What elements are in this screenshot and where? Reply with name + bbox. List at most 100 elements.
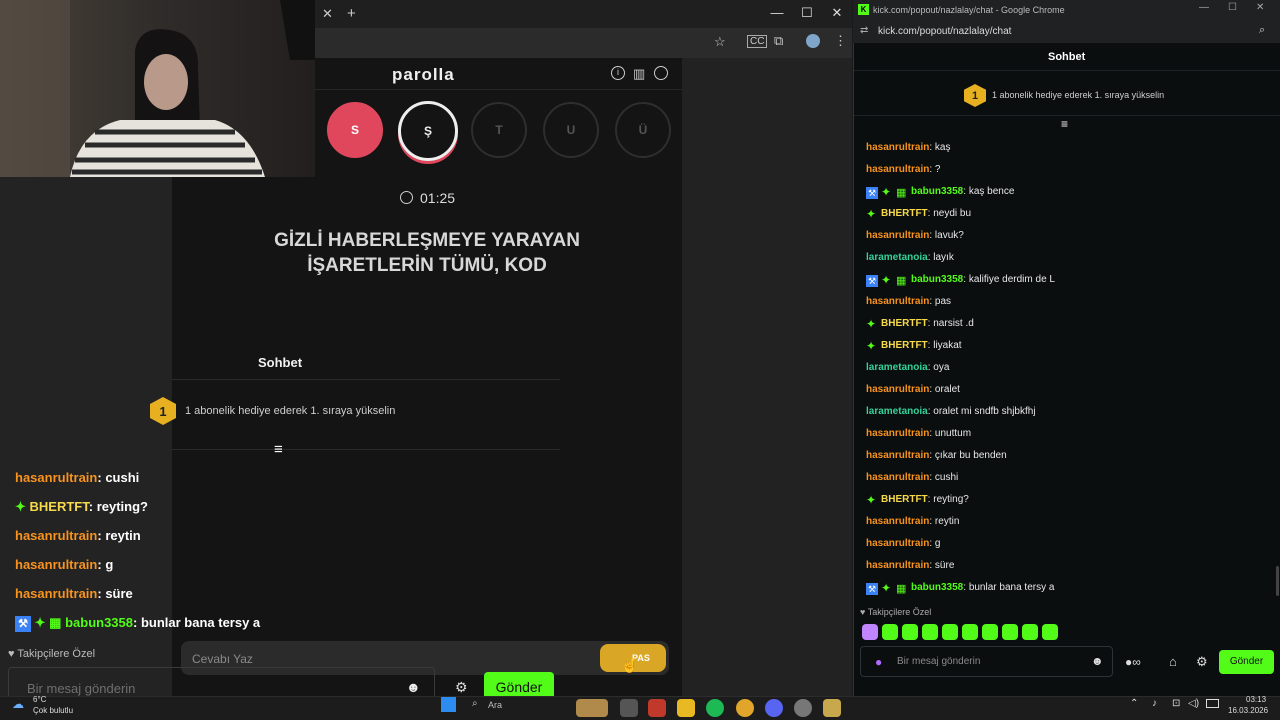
- timer: 01:25: [420, 190, 456, 206]
- chat-username[interactable]: hasanrultrain: [15, 586, 97, 601]
- chat-username[interactable]: hasanrultrain: [15, 528, 97, 543]
- chat-username[interactable]: hasanrultrain: [866, 428, 929, 439]
- maximize-button[interactable]: ☐: [792, 5, 822, 21]
- chat-text: cushi: [105, 470, 140, 485]
- chat-text: oralet: [934, 384, 960, 395]
- emote-icon[interactable]: [922, 624, 938, 640]
- emote-icon[interactable]: [982, 624, 998, 640]
- spotify-icon[interactable]: [706, 699, 724, 717]
- chat-username[interactable]: babun3358: [65, 615, 133, 630]
- profile-icon[interactable]: [654, 66, 668, 80]
- scrollbar-thumb[interactable]: [1276, 566, 1279, 596]
- start-icon[interactable]: [441, 697, 456, 712]
- folder-icon[interactable]: [677, 699, 695, 717]
- tab-close-icon[interactable]: ✕: [322, 6, 333, 22]
- emoji-icon[interactable]: ☻: [1091, 654, 1104, 668]
- new-tab-icon[interactable]: +: [347, 5, 356, 22]
- right-address-bar[interactable]: ⇄ kick.com/popout/nazlalay/chat ⌕: [853, 20, 1280, 43]
- chat-text: oya: [933, 362, 950, 373]
- chat-username[interactable]: hasanrultrain: [866, 560, 929, 571]
- mic-tray-icon[interactable]: ♪: [1152, 698, 1157, 709]
- message-input[interactable]: ● Bir mesaj gönderin ☻: [860, 646, 1113, 677]
- tray-chevron-icon[interactable]: ⌃: [1130, 698, 1138, 709]
- chat-username[interactable]: larametanoia: [866, 252, 928, 263]
- pass-button[interactable]: PAS ☝: [600, 644, 666, 673]
- emote-icon[interactable]: [942, 624, 958, 640]
- chrome-icon[interactable]: [736, 699, 754, 717]
- left-address-bar[interactable]: ☆ CC ⧉ ⋮: [315, 28, 852, 58]
- scroll-down-icon[interactable]: ≡: [1061, 117, 1068, 131]
- chat-username[interactable]: BHERTFT: [30, 499, 89, 514]
- chat-username[interactable]: hasanrultrain: [866, 472, 929, 483]
- minimize-button[interactable]: —: [762, 5, 792, 20]
- emote-icon[interactable]: [902, 624, 918, 640]
- chat-username[interactable]: BHERTFT: [881, 318, 928, 329]
- overlay-chat-message: hasanrultrain: reytin: [15, 528, 141, 543]
- volume-icon[interactable]: ◁): [1188, 698, 1199, 709]
- network-icon[interactable]: ⊡: [1172, 698, 1180, 709]
- app-icon[interactable]: [823, 699, 841, 717]
- chat-username[interactable]: BHERTFT: [881, 208, 928, 219]
- chat-username[interactable]: BHERTFT: [881, 340, 928, 351]
- heart-icon: ♥: [860, 607, 866, 617]
- scroll-down-icon[interactable]: ≡: [274, 441, 283, 458]
- weather-icon[interactable]: ☁: [12, 697, 24, 711]
- bookmark-star-icon[interactable]: ☆: [714, 34, 726, 50]
- chat-username[interactable]: larametanoia: [866, 362, 928, 373]
- chat-username[interactable]: hasanrultrain: [866, 384, 929, 395]
- chat-username[interactable]: hasanrultrain: [866, 230, 929, 241]
- zoom-icon[interactable]: ⌕: [1259, 24, 1265, 37]
- profile-avatar[interactable]: [806, 34, 820, 48]
- chat-username[interactable]: babun3358: [911, 186, 963, 197]
- emoji-icon[interactable]: ☻: [406, 679, 421, 695]
- chat-username[interactable]: hasanrultrain: [866, 142, 929, 153]
- mic-icon[interactable]: ●: [875, 655, 882, 669]
- chat-username[interactable]: hasanrultrain: [15, 557, 97, 572]
- discord-icon[interactable]: [765, 699, 783, 717]
- settings-gear-icon[interactable]: ⚙: [455, 679, 468, 696]
- stats-icon[interactable]: ▥: [633, 66, 645, 82]
- battery-icon[interactable]: [1206, 699, 1219, 708]
- taskbar-search[interactable]: Ara: [488, 700, 502, 710]
- sparkle-badge-icon: ✦: [15, 499, 26, 514]
- chat-username[interactable]: hasanrultrain: [866, 296, 929, 307]
- emote-icon[interactable]: [1042, 624, 1058, 640]
- emote-icon[interactable]: [1002, 624, 1018, 640]
- chat-username[interactable]: hasanrultrain: [15, 470, 97, 485]
- extensions-icon[interactable]: ⧉: [774, 33, 783, 49]
- clock-time[interactable]: 03:13: [1246, 695, 1266, 704]
- task-view-icon[interactable]: [620, 699, 638, 717]
- send-button[interactable]: Gönder: [1219, 650, 1274, 674]
- minimize-button[interactable]: —: [1199, 2, 1209, 13]
- maximize-button[interactable]: ☐: [1228, 2, 1237, 13]
- url-text[interactable]: kick.com/popout/nazlalay/chat: [878, 26, 1011, 37]
- emote-icon[interactable]: [962, 624, 978, 640]
- menu-icon[interactable]: ⋮: [834, 33, 847, 49]
- close-button[interactable]: ✕: [1256, 2, 1264, 13]
- info-icon[interactable]: i: [611, 66, 625, 80]
- emote-icon[interactable]: [882, 624, 898, 640]
- chat-username[interactable]: larametanoia: [866, 406, 928, 417]
- chat-username[interactable]: babun3358: [911, 582, 963, 593]
- weather-desc: Çok bulutlu: [33, 706, 74, 715]
- emote-icon[interactable]: [1022, 624, 1038, 640]
- widget-icon[interactable]: [576, 699, 608, 717]
- chat-username[interactable]: hasanrultrain: [866, 450, 929, 461]
- chat-username[interactable]: hasanrultrain: [866, 516, 929, 527]
- emote-icon[interactable]: [862, 624, 878, 640]
- chat-username[interactable]: hasanrultrain: [866, 538, 929, 549]
- points-icon[interactable]: ●∞: [1125, 655, 1141, 669]
- search-icon[interactable]: ⌕: [472, 698, 478, 709]
- caption-icon[interactable]: CC: [747, 35, 768, 48]
- close-button[interactable]: ✕: [822, 5, 852, 21]
- chat-username[interactable]: BHERTFT: [881, 494, 928, 505]
- app-icon[interactable]: [794, 699, 812, 717]
- app-icon[interactable]: [648, 699, 666, 717]
- clock-date[interactable]: 16.03.2026: [1228, 706, 1268, 715]
- store-icon[interactable]: ⌂: [1169, 654, 1177, 669]
- settings-gear-icon[interactable]: ⚙: [1196, 654, 1208, 670]
- gift-badge-icon: ▦: [896, 187, 907, 199]
- chat-username[interactable]: hasanrultrain: [866, 164, 929, 175]
- chat-username[interactable]: babun3358: [911, 274, 963, 285]
- site-info-icon[interactable]: ⇄: [860, 25, 868, 36]
